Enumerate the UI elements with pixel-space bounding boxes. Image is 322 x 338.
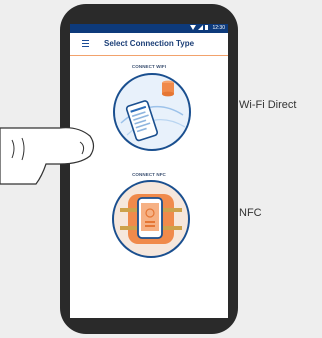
wifi-device-illustration [120, 80, 186, 142]
connect-wifi-button[interactable] [113, 73, 191, 151]
app-bar: Select Connection Type [70, 33, 228, 56]
home-indicator [70, 322, 228, 324]
connect-nfc-button[interactable] [112, 180, 190, 258]
page-title: Select Connection Type [104, 39, 195, 48]
nfc-caption: NFC [239, 207, 262, 219]
status-time: 12:30 [212, 25, 225, 31]
menu-icon[interactable] [82, 40, 89, 47]
status-bar: 12:30 [70, 24, 228, 33]
signal-icon [198, 25, 203, 30]
nfc-device-illustration [120, 194, 182, 244]
connect-wifi-label: CONNECT WIFI [131, 64, 167, 69]
hand-icon [0, 124, 97, 188]
battery-icon [205, 25, 208, 30]
wifi-direct-caption: Wi-Fi Direct [239, 99, 297, 111]
wifi-icon [190, 25, 196, 30]
